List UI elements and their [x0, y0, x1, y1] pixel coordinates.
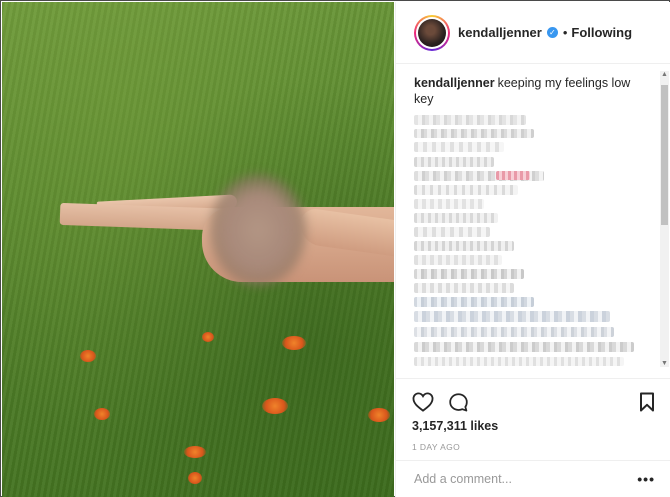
verified-badge-icon: ✓ — [546, 27, 558, 38]
obscured-line — [414, 185, 518, 195]
flower-petal — [94, 408, 110, 420]
obscured-line — [414, 269, 524, 279]
action-icons-left — [412, 392, 469, 413]
post-actions: 3,157,311 likes 1 DAY AGO — [396, 378, 670, 452]
heart-icon[interactable] — [412, 392, 434, 412]
obscured-line — [414, 342, 634, 352]
comments-scrollbar[interactable]: ▲ ▼ — [660, 71, 669, 367]
obscured-line — [414, 199, 484, 209]
obscured-line — [414, 311, 610, 322]
avatar-ring — [416, 16, 448, 49]
obscured-line — [414, 255, 502, 265]
scroll-up-arrow-icon[interactable]: ▲ — [661, 71, 668, 78]
obscured-line — [414, 129, 534, 138]
avatar-image — [418, 18, 446, 47]
instagram-post-window: kendalljenner ✓ • Following kendalljenne… — [0, 0, 670, 497]
more-options-icon[interactable]: ••• — [637, 471, 655, 487]
username-link[interactable]: kendalljenner — [458, 25, 542, 40]
post-side-panel: kendalljenner ✓ • Following kendalljenne… — [395, 2, 670, 497]
action-icons-row — [412, 385, 655, 419]
flower-petal — [188, 472, 202, 484]
obscured-line — [414, 227, 490, 237]
obscured-line — [414, 157, 494, 167]
flower-petal — [80, 350, 96, 362]
avatar[interactable] — [414, 14, 450, 51]
caption-username[interactable]: kendalljenner — [414, 76, 495, 90]
obscured-line — [414, 213, 498, 223]
flower-petal — [262, 398, 288, 414]
obscured-line — [414, 297, 534, 307]
obscured-line — [414, 283, 514, 293]
scroll-down-arrow-icon[interactable]: ▼ — [661, 360, 668, 367]
following-button[interactable]: Following — [571, 25, 632, 40]
separator-dot: • — [562, 25, 568, 40]
comments-area[interactable]: kendalljenner keeping my feelings low key — [396, 65, 670, 377]
flower-petal — [184, 446, 206, 458]
obscured-line — [414, 327, 614, 337]
comment-input[interactable]: Add a comment... — [414, 472, 512, 486]
blurred-region — [210, 174, 306, 286]
obscured-line — [414, 142, 504, 152]
obscured-line — [414, 115, 526, 125]
likes-count[interactable]: 3,157,311 likes — [412, 419, 655, 433]
flower-petal — [368, 408, 390, 422]
bookmark-icon[interactable] — [639, 392, 655, 412]
obscured-line — [496, 171, 530, 180]
obscured-line — [414, 241, 514, 251]
obscured-line — [414, 357, 624, 366]
scrollbar-thumb[interactable] — [661, 85, 668, 225]
caption: kendalljenner keeping my feelings low key — [414, 75, 653, 107]
post-photo[interactable] — [2, 2, 394, 497]
comment-bubble-icon[interactable] — [448, 392, 469, 413]
post-header: kendalljenner ✓ • Following — [396, 2, 670, 64]
flower-petal — [202, 332, 214, 342]
add-comment-bar: Add a comment... ••• — [396, 460, 670, 497]
post-timestamp[interactable]: 1 DAY AGO — [412, 442, 655, 452]
flower-petal — [282, 336, 306, 350]
